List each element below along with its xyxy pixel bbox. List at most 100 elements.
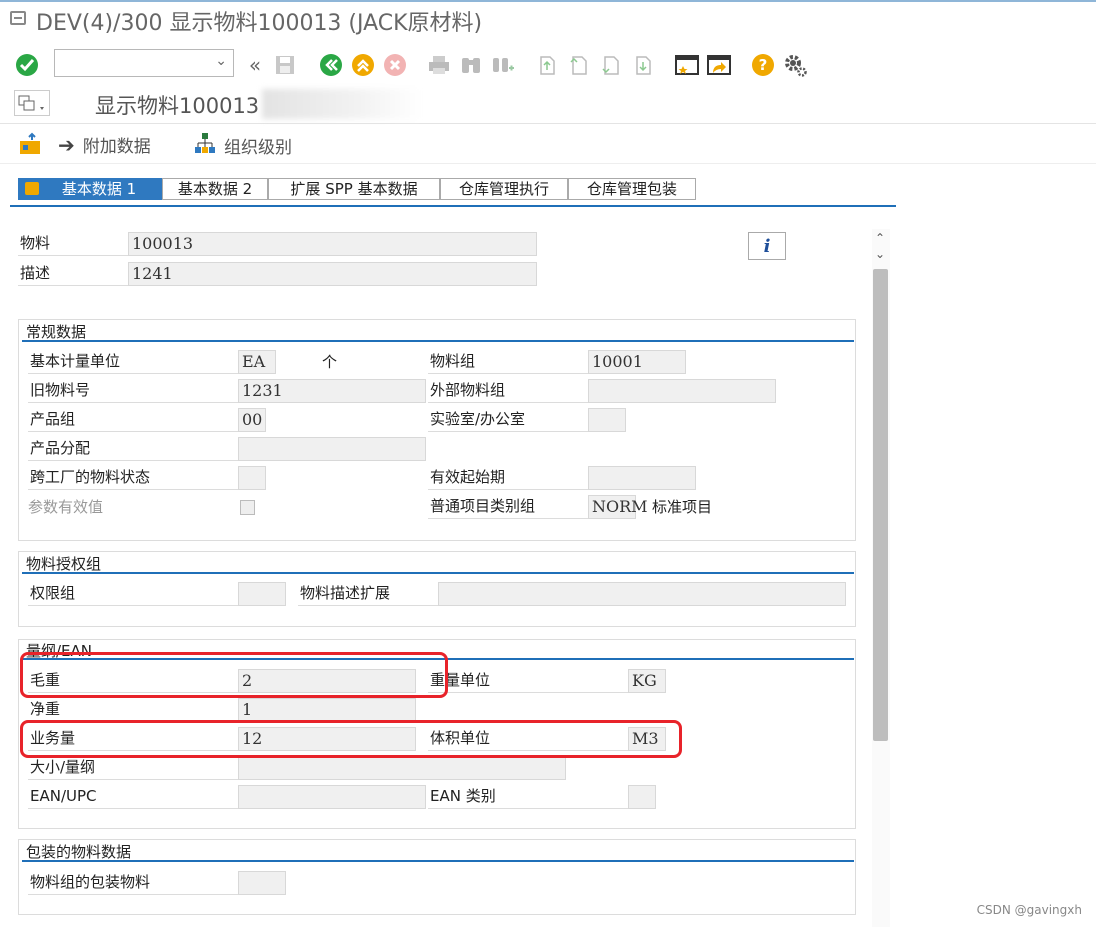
help-icon[interactable]: ?: [750, 52, 776, 78]
valid-from-field[interactable]: [588, 466, 696, 490]
group-divider: [22, 860, 854, 862]
tab-basic-data-2[interactable]: 基本数据 2: [162, 178, 268, 200]
old-material-label: 旧物料号: [28, 379, 238, 403]
ean-category-field[interactable]: [628, 785, 656, 809]
volume-unit-label: 体积单位: [428, 727, 628, 751]
collapse-icon[interactable]: «: [242, 52, 268, 78]
menu-icon[interactable]: [10, 11, 26, 25]
auth-group-title: 物料授权组: [26, 555, 102, 573]
division-label: 产品组: [28, 408, 238, 432]
material-label: 物料: [18, 232, 128, 256]
group-divider: [22, 658, 854, 660]
pack-material-group-label: 物料组的包装物料: [28, 871, 238, 895]
volume-label: 业务量: [28, 727, 238, 751]
scroll-thumb[interactable]: [873, 269, 888, 741]
first-page-icon[interactable]: [534, 52, 560, 78]
other-material-icon[interactable]: [18, 132, 42, 156]
valid-from-label: 有效起始期: [428, 466, 588, 490]
ean-category-label: EAN 类别: [428, 785, 628, 809]
save-icon[interactable]: [272, 52, 298, 78]
new-session-icon[interactable]: [674, 52, 700, 78]
chevron-down-icon[interactable]: ⌄: [215, 53, 227, 69]
param-effectivity-label: 参数有效值: [28, 498, 104, 516]
pack-material-group-field[interactable]: [238, 871, 286, 895]
gross-weight-label: 毛重: [28, 669, 238, 693]
exit-icon[interactable]: [350, 52, 376, 78]
base-uom-label: 基本计量单位: [28, 350, 238, 374]
tab-basic-data-1[interactable]: 基本数据 1: [18, 178, 162, 200]
cross-plant-status-label: 跨工厂的物料状态: [28, 466, 238, 490]
application-toolbar: ➔ 附加数据 组织级别: [0, 124, 1096, 164]
tab-label: 仓库管理执行: [458, 180, 549, 198]
find-next-icon[interactable]: [490, 52, 516, 78]
desc-ext-field[interactable]: [438, 582, 846, 606]
blurred-region: [262, 89, 422, 119]
tab-label: 扩展 SPP 基本数据: [290, 180, 418, 198]
size-dimensions-field[interactable]: [238, 756, 566, 780]
net-weight-field[interactable]: 1: [238, 698, 416, 722]
gen-item-cat-field[interactable]: NORM: [588, 495, 648, 519]
next-page-icon[interactable]: [598, 52, 624, 78]
gross-weight-field[interactable]: 2: [238, 669, 416, 693]
tab-wm-execution[interactable]: 仓库管理执行: [440, 178, 568, 200]
additional-data-button[interactable]: ➔ 附加数据: [58, 132, 151, 158]
auth-group-label: 权限组: [28, 582, 238, 606]
command-field[interactable]: ⌄: [54, 49, 234, 77]
cancel-icon[interactable]: [382, 52, 408, 78]
window-title-bar: DEV(4)/300 显示物料100013 (JACK原材料): [0, 0, 1096, 36]
tab-underline: [10, 205, 896, 207]
desc-ext-label: 物料描述扩展: [298, 582, 438, 606]
weight-unit-label: 重量单位: [428, 669, 628, 693]
find-icon[interactable]: [458, 52, 484, 78]
info-icon[interactable]: i: [748, 232, 786, 260]
screen-menu-icon[interactable]: [14, 90, 50, 116]
tab-wm-packaging[interactable]: 仓库管理包装: [568, 178, 696, 200]
tab-label: 基本数据 2: [177, 180, 253, 198]
settings-gear-icon[interactable]: [782, 52, 808, 78]
watermark: CSDN @gavingxh: [976, 903, 1082, 917]
material-field[interactable]: 100013: [128, 232, 537, 256]
product-allocation-label: 产品分配: [28, 437, 238, 461]
product-allocation-field[interactable]: [238, 437, 426, 461]
ext-material-group-field[interactable]: [588, 379, 776, 403]
previous-page-icon[interactable]: [566, 52, 592, 78]
gen-item-cat-label: 普通项目类别组: [428, 495, 588, 519]
scroll-up-icon[interactable]: ⌃: [875, 231, 885, 245]
param-effectivity-checkbox[interactable]: [240, 500, 255, 515]
shortcut-icon[interactable]: [706, 52, 732, 78]
volume-unit-field[interactable]: M3: [628, 727, 666, 751]
lab-office-label: 实验室/办公室: [428, 408, 588, 432]
base-uom-text: 个: [322, 353, 338, 371]
tab-extended-spp[interactable]: 扩展 SPP 基本数据: [268, 178, 440, 200]
window-title: DEV(4)/300 显示物料100013 (JACK原材料): [36, 11, 483, 36]
vertical-scrollbar[interactable]: ⌃ ⌄: [872, 229, 890, 927]
ext-material-group-label: 外部物料组: [428, 379, 588, 403]
additional-data-label: 附加数据: [82, 137, 151, 157]
description-field[interactable]: 1241: [128, 262, 537, 286]
tab-label: 仓库管理包装: [586, 180, 677, 198]
division-field[interactable]: 00: [238, 408, 266, 432]
net-weight-label: 净重: [28, 698, 238, 722]
print-icon[interactable]: [426, 52, 452, 78]
tab-flag-icon: [25, 182, 39, 195]
group-divider: [22, 572, 854, 574]
lab-office-field[interactable]: [588, 408, 626, 432]
general-data-title: 常规数据: [26, 323, 87, 341]
base-uom-field[interactable]: EA: [238, 350, 276, 374]
scroll-down-icon[interactable]: ⌄: [875, 247, 885, 261]
enter-icon[interactable]: [14, 52, 40, 78]
back-icon[interactable]: [318, 52, 344, 78]
volume-field[interactable]: 12: [238, 727, 416, 751]
old-material-field[interactable]: 1231: [238, 379, 426, 403]
description-label: 描述: [18, 262, 128, 286]
size-dimensions-label: 大小/量纲: [28, 756, 238, 780]
org-levels-button[interactable]: 组织级别: [194, 132, 292, 159]
material-group-field[interactable]: 10001: [588, 350, 686, 374]
tab-content: 物料 100013 描述 1241 i 常规数据 基本计量单位 EA 个 物料组…: [16, 229, 890, 927]
weight-unit-field[interactable]: KG: [628, 669, 666, 693]
auth-group-field[interactable]: [238, 582, 286, 606]
cross-plant-status-field[interactable]: [238, 466, 266, 490]
last-page-icon[interactable]: [630, 52, 656, 78]
packaging-title: 包装的物料数据: [26, 843, 132, 861]
ean-upc-field[interactable]: [238, 785, 426, 809]
